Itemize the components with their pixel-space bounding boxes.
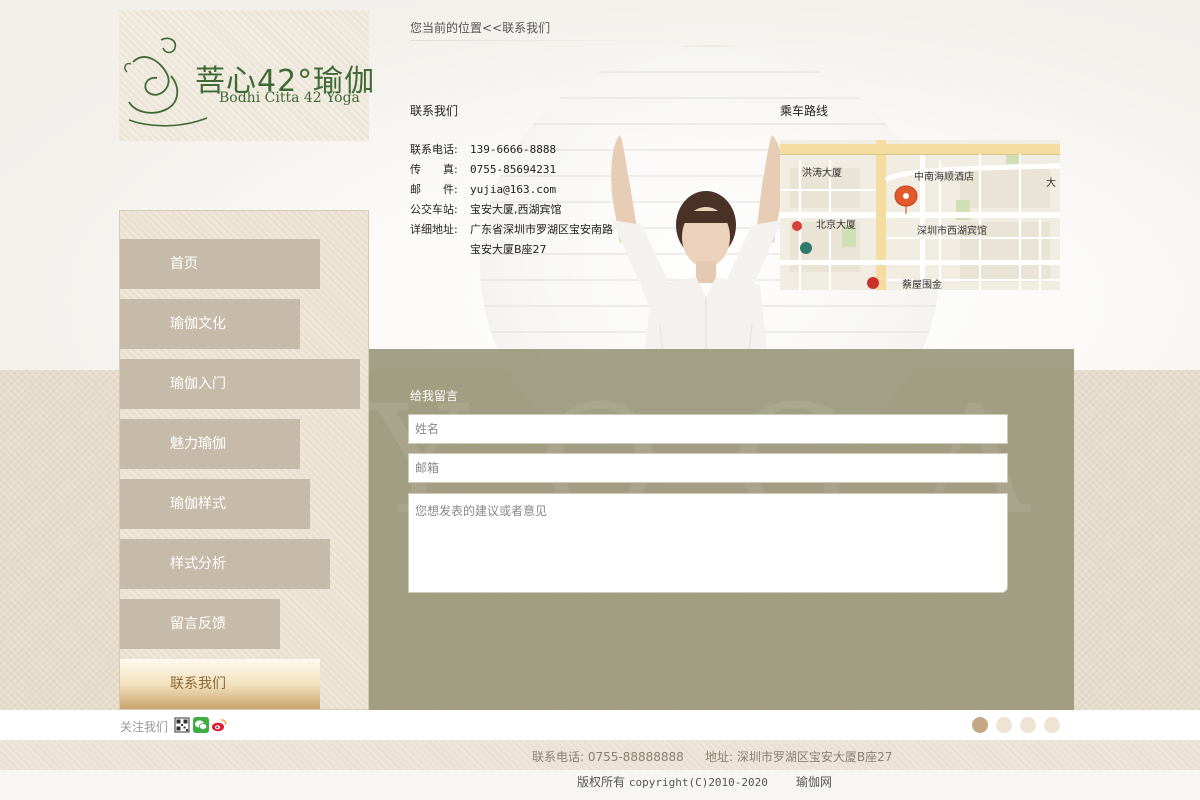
map-label: 北京大厦 <box>816 220 856 231</box>
slide-dot[interactable] <box>996 717 1012 733</box>
map-label: 蔡屋围金 <box>902 280 942 290</box>
nav-item-charm-yoga[interactable]: 魅力瑜伽 <box>120 419 300 469</box>
message-form-panel: YOGA 给我留言 <box>369 349 1074 710</box>
contact-value: yujia@163.com <box>470 183 557 196</box>
nav-item-label: 瑜伽入门 <box>170 376 226 392</box>
contact-label: 公交车站: <box>410 203 458 216</box>
follow-us-label: 关注我们 <box>120 720 169 734</box>
contact-row-phone: 联系电话: 139-6666-8888 <box>410 140 670 160</box>
qr-code-icon[interactable] <box>174 717 190 733</box>
name-input[interactable] <box>408 414 1008 444</box>
map-canvas <box>780 140 1060 290</box>
nav-item-home[interactable]: 首页 <box>120 239 320 289</box>
nav-item-label: 瑜伽文化 <box>170 316 226 332</box>
email-input[interactable] <box>408 453 1008 483</box>
message-form-title: 给我留言 <box>410 389 459 403</box>
nav-item-label: 样式分析 <box>170 556 226 572</box>
contact-label: 邮 件: <box>410 183 458 196</box>
map-label: 深圳市西湖宾馆 <box>917 226 987 237</box>
footer-address: 地址: 深圳市罗湖区宝安大厦B座27 <box>705 750 893 764</box>
footer-copyright: 版权所有 copyright(C)2010-2020 <box>577 773 768 790</box>
contact-title: 联系我们 <box>410 104 459 118</box>
contact-row-email: 邮 件: yujia@163.com <box>410 180 670 200</box>
map-label: 大 <box>1046 178 1056 189</box>
contact-label: 详细地址: <box>410 223 458 236</box>
slide-dot[interactable] <box>972 717 988 733</box>
breadcrumb: 您当前的位置<<联系我们 <box>410 21 551 35</box>
contact-label: 联系电话: <box>410 143 458 156</box>
nav-item-feedback[interactable]: 留言反馈 <box>120 599 280 649</box>
nav-item-label: 魅力瑜伽 <box>170 436 226 452</box>
contact-row-bus: 公交车站: 宝安大厦,西湖宾馆 <box>410 200 670 220</box>
nav-item-style-analysis[interactable]: 样式分析 <box>120 539 330 589</box>
contact-value: 宝安大厦,西湖宾馆 <box>470 203 562 216</box>
footer-site-link[interactable]: 瑜伽网 <box>796 773 832 790</box>
nav-item-label: 联系我们 <box>170 676 226 692</box>
contact-value: 广东省深圳市罗湖区宝安南路 <box>470 223 613 236</box>
comment-textarea[interactable] <box>408 493 1008 593</box>
nav-item-label: 留言反馈 <box>170 616 226 632</box>
wechat-icon[interactable] <box>193 717 209 733</box>
nav-item-contact[interactable]: 联系我们 <box>120 659 320 709</box>
copyright-text: copyright(C)2010-2020 <box>628 776 768 789</box>
copyright-prefix: 版权所有 <box>577 775 626 789</box>
nav-item-yoga-culture[interactable]: 瑜伽文化 <box>120 299 300 349</box>
slide-dot[interactable] <box>1020 717 1036 733</box>
contact-label: 传 真: <box>410 163 458 176</box>
map-label: 中南海顺酒店 <box>914 172 974 183</box>
logo-english-name: Bodhi Citta 42 Yoga <box>219 90 360 106</box>
contact-row-address-2: 宝安大厦B座27 <box>410 240 670 260</box>
map-label: 洪涛大厦 <box>802 168 842 179</box>
nav-item-yoga-intro[interactable]: 瑜伽入门 <box>120 359 360 409</box>
nav-item-label: 瑜伽样式 <box>170 496 226 512</box>
footer-phone: 联系电话: 0755-88888888 <box>532 750 684 764</box>
contact-value: 0755-85694231 <box>470 163 557 176</box>
nav-item-label: 首页 <box>170 256 198 272</box>
contact-value: 139-6666-8888 <box>470 143 557 156</box>
weibo-icon[interactable] <box>211 717 227 733</box>
slide-dot[interactable] <box>1044 717 1060 733</box>
contact-value: 宝安大厦B座27 <box>470 243 547 256</box>
nav-item-yoga-styles[interactable]: 瑜伽样式 <box>120 479 310 529</box>
route-map[interactable]: 洪涛大厦 中南海顺酒店 大 北京大厦 深圳市西湖宾馆 蔡屋围金 <box>780 140 1060 290</box>
contact-row-fax: 传 真: 0755-85694231 <box>410 160 670 180</box>
contact-row-address: 详细地址: 广东省深圳市罗湖区宝安南路 <box>410 220 670 240</box>
contact-info: 联系电话: 139-6666-8888 传 真: 0755-85694231 邮… <box>410 140 670 260</box>
breadcrumb-divider <box>410 40 670 41</box>
site-logo[interactable]: 菩心42°瑜伽 Bodhi Citta 42 Yoga <box>119 10 374 141</box>
route-title: 乘车路线 <box>780 104 829 118</box>
